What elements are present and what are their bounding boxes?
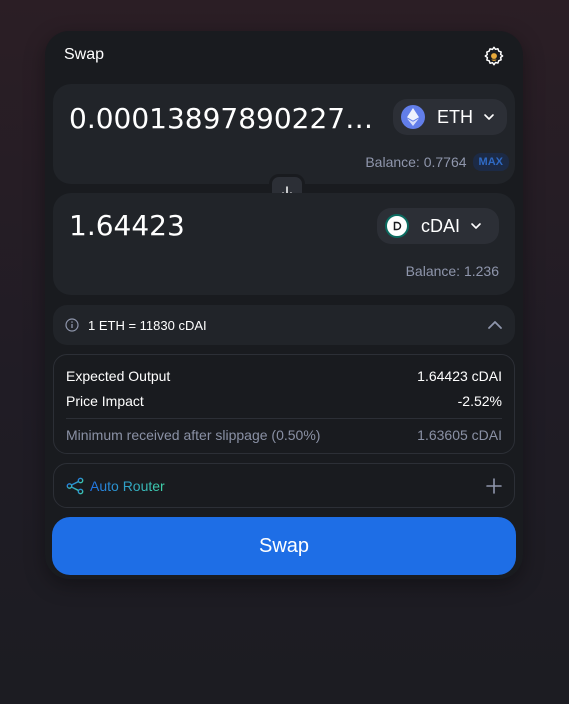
- swap-button[interactable]: Swap: [52, 517, 516, 575]
- details-divider: [66, 418, 502, 419]
- input-token-selector[interactable]: ETH: [393, 99, 507, 135]
- ethereum-icon: [401, 105, 425, 129]
- expected-output-label: Expected Output: [66, 368, 171, 384]
- swap-card: Swap 0.000138978902275... ETH Balance: 0…: [45, 31, 523, 579]
- minimum-received-label: Minimum received after slippage (0.50%): [66, 427, 321, 443]
- route-icon: [66, 477, 84, 495]
- gear-icon[interactable]: [483, 45, 505, 67]
- chevron-down-icon: [471, 223, 481, 229]
- cdai-icon: [385, 214, 409, 238]
- output-balance-text: Balance: 1.236: [405, 263, 499, 279]
- expected-output-value: 1.64423 cDAI: [417, 368, 502, 384]
- output-balance: Balance: 1.236: [406, 263, 499, 279]
- price-impact-value: -2.52%: [457, 393, 502, 409]
- output-token-selector[interactable]: cDAI: [377, 208, 499, 244]
- output-amount-field[interactable]: 1.64423: [69, 209, 369, 242]
- auto-router-panel[interactable]: Auto Router: [53, 463, 515, 508]
- plus-icon[interactable]: [486, 478, 502, 494]
- info-icon: [65, 318, 79, 332]
- exchange-rate: 1 ETH = 11830 cDAI: [88, 318, 207, 333]
- output-panel: 1.64423 cDAI Balance: 1.236: [53, 193, 515, 295]
- price-impact-row: Price Impact -2.52%: [66, 393, 502, 409]
- price-impact-label: Price Impact: [66, 393, 144, 409]
- minimum-received-row: Minimum received after slippage (0.50%) …: [66, 427, 502, 443]
- chevron-up-icon[interactable]: [487, 318, 503, 332]
- output-token-label: cDAI: [421, 215, 461, 236]
- input-panel: 0.000138978902275... ETH Balance: 0.7764…: [53, 84, 515, 184]
- input-balance: Balance: 0.7764 MAX: [365, 153, 509, 171]
- rate-toggle[interactable]: 1 ETH = 11830 cDAI: [53, 305, 515, 345]
- chevron-down-icon: [484, 114, 494, 120]
- trade-details: Expected Output 1.64423 cDAI Price Impac…: [53, 354, 515, 454]
- expected-output-row: Expected Output 1.64423 cDAI: [66, 368, 502, 384]
- swap-title: Swap: [64, 46, 105, 63]
- auto-router-label: Auto Router: [90, 478, 165, 494]
- minimum-received-value: 1.63605 cDAI: [417, 427, 502, 443]
- input-amount-field[interactable]: 0.000138978902275...: [69, 102, 374, 135]
- max-button[interactable]: MAX: [472, 153, 509, 171]
- input-balance-text: Balance: 0.7764: [365, 154, 467, 170]
- input-token-label: ETH: [437, 106, 473, 127]
